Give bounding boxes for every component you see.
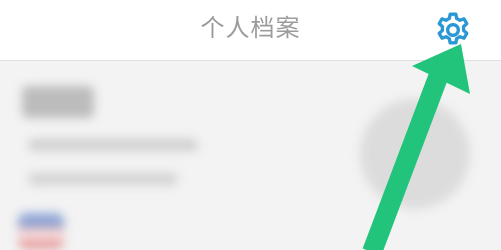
blurred-flag-icon xyxy=(18,213,64,249)
gear-icon[interactable] xyxy=(433,10,473,50)
blurred-avatar[interactable] xyxy=(360,99,470,209)
blurred-detail-line xyxy=(28,139,198,151)
profile-content xyxy=(0,61,501,250)
top-bar: 个人档案 xyxy=(0,0,501,61)
blurred-detail-line xyxy=(28,173,178,185)
blurred-username xyxy=(22,86,94,118)
page-title: 个人档案 xyxy=(200,14,301,42)
